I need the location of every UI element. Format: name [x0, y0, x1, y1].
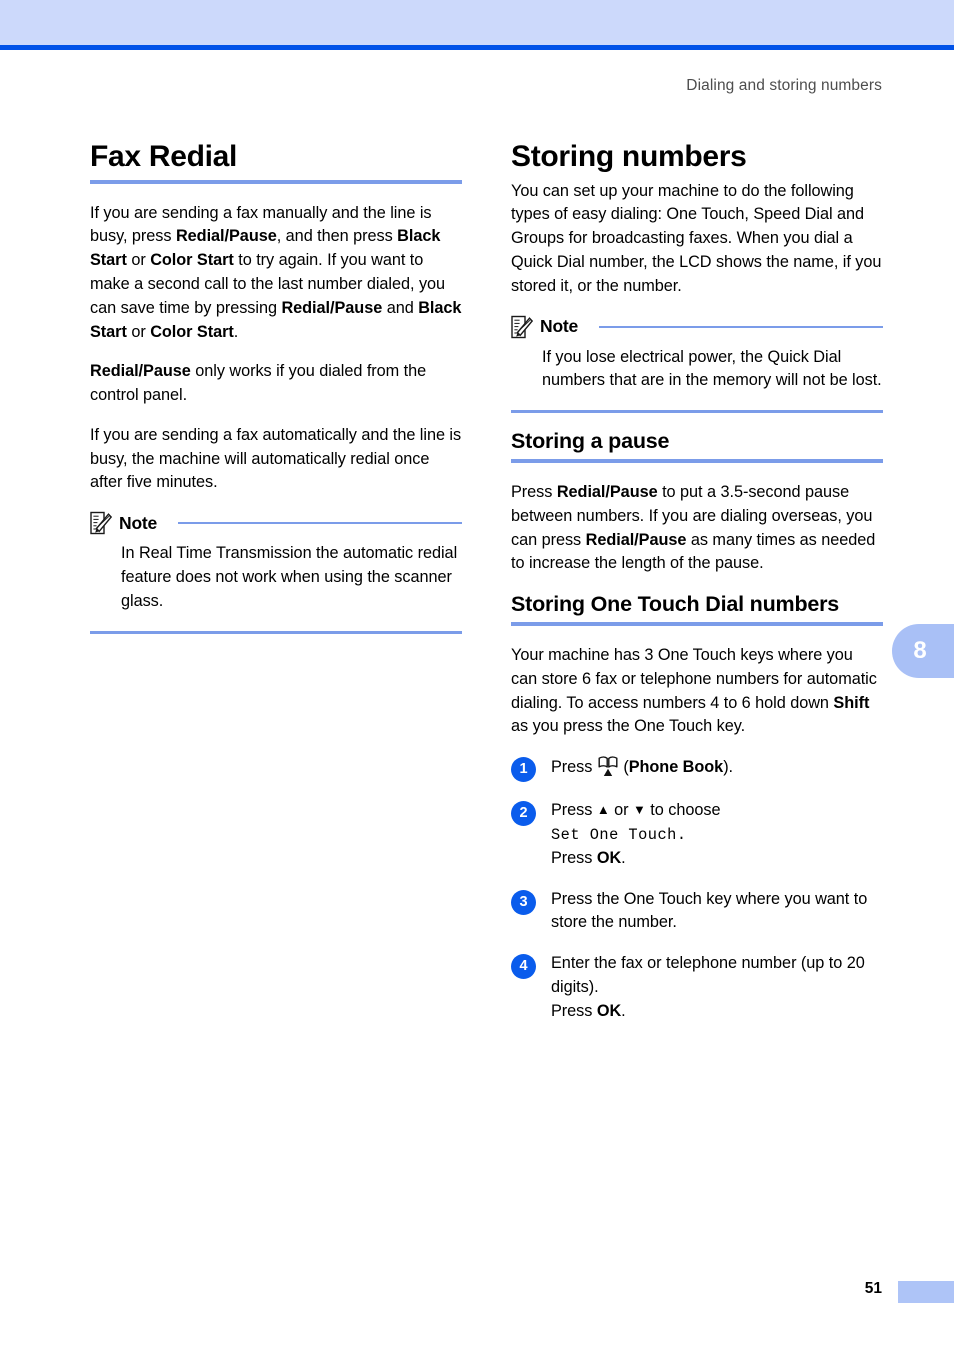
step-text: Enter the fax or telephone number (up to…: [551, 954, 865, 1020]
list-item: 4 Enter the fax or telephone number (up …: [511, 952, 883, 1023]
step-text: Press ▲ or ▼ to choose Set One Touch. Pres…: [551, 801, 721, 867]
step-number-badge: 2: [511, 801, 536, 827]
fax-redial-heading-rule: [90, 179, 462, 184]
storing-one-touch-paragraph: Your machine has 3 One Touch keys where …: [511, 646, 877, 736]
fax-redial-paragraph-1: If you are sending a fax manually and th…: [90, 203, 462, 341]
note-footer-rule: [90, 630, 462, 634]
note-header: Note: [511, 315, 883, 339]
note-label: Note: [119, 512, 158, 533]
bold-term: Redial/Pause: [281, 298, 383, 317]
list-item: 2 Press ▲ or ▼ to choose Set One Touch. Pr…: [511, 799, 883, 870]
storing-one-touch-heading-rule: [511, 622, 883, 627]
lcd-display-text: Set One Touch.: [551, 825, 687, 844]
running-header-title: Dialing and storing numbers: [686, 77, 882, 94]
arrow-key-glyph: ▲: [596, 802, 610, 818]
note-header-rule: [178, 522, 462, 525]
note-body-text: In Real Time Transmission the automatic …: [121, 544, 458, 610]
note-pencil-icon: [90, 511, 112, 535]
note-block-quick-dial-memory: Note If you lose electrical power, the Q…: [511, 315, 883, 414]
note-block-real-time-transmission: Note In Real Time Transmission the autom…: [90, 511, 462, 634]
step-text: Press the One Touch key where you want t…: [551, 889, 868, 932]
step-number-badge: 1: [511, 757, 536, 783]
note-header-rule: [599, 325, 883, 328]
note-pencil-icon: [511, 315, 533, 338]
arrow-key-glyph: ▼: [633, 802, 646, 818]
phone-book-icon: [598, 756, 618, 777]
footer-decorative-block: [898, 1281, 954, 1303]
bold-term: Redial/Pause: [585, 530, 687, 549]
bold-term: Redial/Pause: [556, 483, 658, 501]
note-footer-rule: [511, 410, 883, 414]
fax-redial-paragraph-2: Redial/Pause only works if you dialed fr…: [90, 362, 427, 405]
bold-term: Redial/Pause: [175, 227, 277, 246]
note-label: Note: [540, 316, 579, 336]
storing-a-pause-heading-rule: [511, 459, 883, 463]
step-number-badge: 4: [511, 954, 536, 980]
note-body-text: If you lose electrical power, the Quick …: [542, 347, 882, 390]
list-item: 1 Press (Phone Book).: [511, 755, 883, 783]
storing-a-pause-paragraph: Press Redial/Pause to put a 3.5-second p…: [511, 483, 876, 573]
bold-term: Color Start: [150, 322, 234, 341]
list-item: 3 Press the One Touch key where you want…: [511, 888, 883, 936]
page-title-storing-numbers: Storing numbers: [511, 140, 747, 173]
note-header: Note: [90, 511, 462, 535]
chapter-thumb-tab: 8: [892, 624, 954, 678]
bold-term: OK: [596, 848, 622, 867]
right-column: Storing numbers You can set up your mach…: [511, 140, 883, 1023]
bold-term: Color Start: [150, 251, 234, 270]
step-number-badge: 3: [511, 889, 536, 915]
page-number: 51: [864, 1280, 882, 1297]
storing-one-touch-steps-list: 1 Press (Phone Book). 2 Press ▲ or ▼ to …: [511, 755, 883, 1023]
subsection-title-storing-one-touch-dial-numbers: Storing One Touch Dial numbers: [511, 592, 840, 617]
step-text: Press (Phone Book).: [551, 755, 883, 780]
top-header-rule: [0, 45, 954, 50]
storing-numbers-intro: You can set up your machine to do the fo…: [511, 181, 882, 295]
bold-term: Shift: [833, 693, 870, 712]
fax-redial-paragraph-3: If you are sending a fax automatically a…: [90, 425, 462, 492]
top-decorative-band: [0, 0, 954, 45]
bold-term: OK: [596, 1001, 622, 1020]
bold-term: Redial/Pause: [90, 362, 191, 381]
page-title-fax-redial: Fax Redial: [90, 140, 238, 173]
left-column: Fax Redial If you are sending a fax manu…: [90, 140, 462, 650]
subsection-title-storing-a-pause: Storing a pause: [511, 429, 670, 454]
bold-term: Phone Book: [628, 758, 724, 777]
